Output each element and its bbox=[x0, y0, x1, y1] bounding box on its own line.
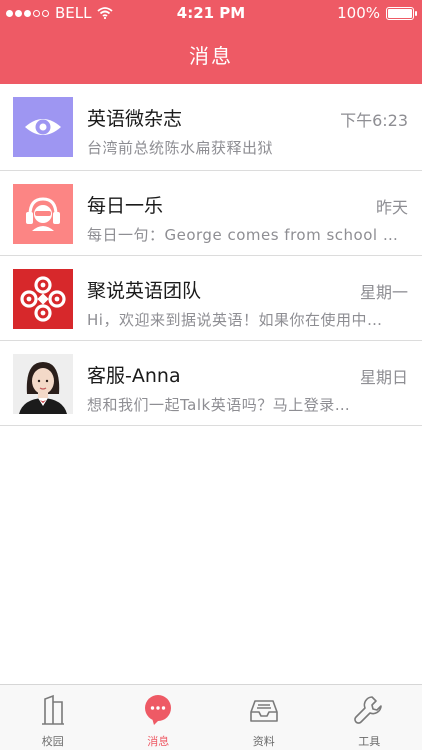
conversation-preview: Hi，欢迎来到据说英语！如果你在使用中… bbox=[87, 311, 383, 329]
conversation-name: 聚说英语团队 bbox=[87, 280, 202, 302]
status-bar: BELL 4:21 PM 100% bbox=[0, 0, 422, 26]
headphones-person-icon bbox=[13, 184, 73, 244]
eye-icon bbox=[13, 97, 73, 157]
conversation-list: 英语微杂志 下午6:23 台湾前总统陈水扁获释出狱 每日一乐 昨天 每日一句：G… bbox=[0, 84, 422, 426]
conversation-row[interactable]: 聚说英语团队 星期一 Hi，欢迎来到据说英语！如果你在使用中… bbox=[0, 256, 422, 341]
swirl-logo-icon bbox=[13, 269, 73, 329]
tab-label: 资料 bbox=[252, 735, 275, 748]
tab-bar: 校园 消息 资料 工具 bbox=[0, 684, 422, 750]
tab-tools[interactable]: 工具 bbox=[317, 685, 422, 750]
tab-label: 校园 bbox=[41, 735, 64, 748]
conversation-name: 英语微杂志 bbox=[87, 108, 183, 130]
agent-photo bbox=[13, 354, 73, 414]
inbox-tray-icon bbox=[249, 700, 278, 722]
tab-label: 消息 bbox=[147, 735, 170, 748]
conversation-preview: 台湾前总统陈水扁获释出狱 bbox=[87, 139, 274, 157]
conversation-time: 星期日 bbox=[359, 368, 408, 387]
conversation-row[interactable]: 客服-Anna 星期日 想和我们一起Talk英语吗？马上登录… bbox=[0, 341, 422, 426]
wrench-icon bbox=[354, 696, 383, 724]
top-header: BELL 4:21 PM 100% 消息 bbox=[0, 0, 422, 84]
conversation-preview: 想和我们一起Talk英语吗？马上登录… bbox=[87, 396, 351, 414]
conversation-row[interactable]: 每日一乐 昨天 每日一句：George comes from school … bbox=[0, 171, 422, 256]
battery-icon bbox=[386, 6, 417, 20]
building-icon bbox=[41, 694, 64, 725]
conversation-time: 星期一 bbox=[359, 283, 408, 302]
status-right: 100% bbox=[337, 4, 417, 22]
conversation-time: 昨天 bbox=[375, 198, 408, 217]
conversation-row[interactable]: 英语微杂志 下午6:23 台湾前总统陈水扁获释出狱 bbox=[0, 84, 422, 171]
tab-materials[interactable]: 资料 bbox=[211, 685, 317, 750]
conversation-name: 每日一乐 bbox=[87, 195, 164, 217]
tab-campus[interactable]: 校园 bbox=[0, 685, 106, 750]
page-title: 消息 bbox=[189, 44, 233, 68]
battery-percent: 100% bbox=[337, 4, 380, 22]
conversation-name: 客服-Anna bbox=[87, 365, 181, 387]
tab-label: 工具 bbox=[358, 735, 381, 748]
chat-bubble-icon bbox=[145, 695, 172, 725]
tab-messages[interactable]: 消息 bbox=[106, 685, 212, 750]
conversation-time: 下午6:23 bbox=[340, 111, 408, 130]
conversation-preview: 每日一句：George comes from school … bbox=[87, 226, 399, 244]
